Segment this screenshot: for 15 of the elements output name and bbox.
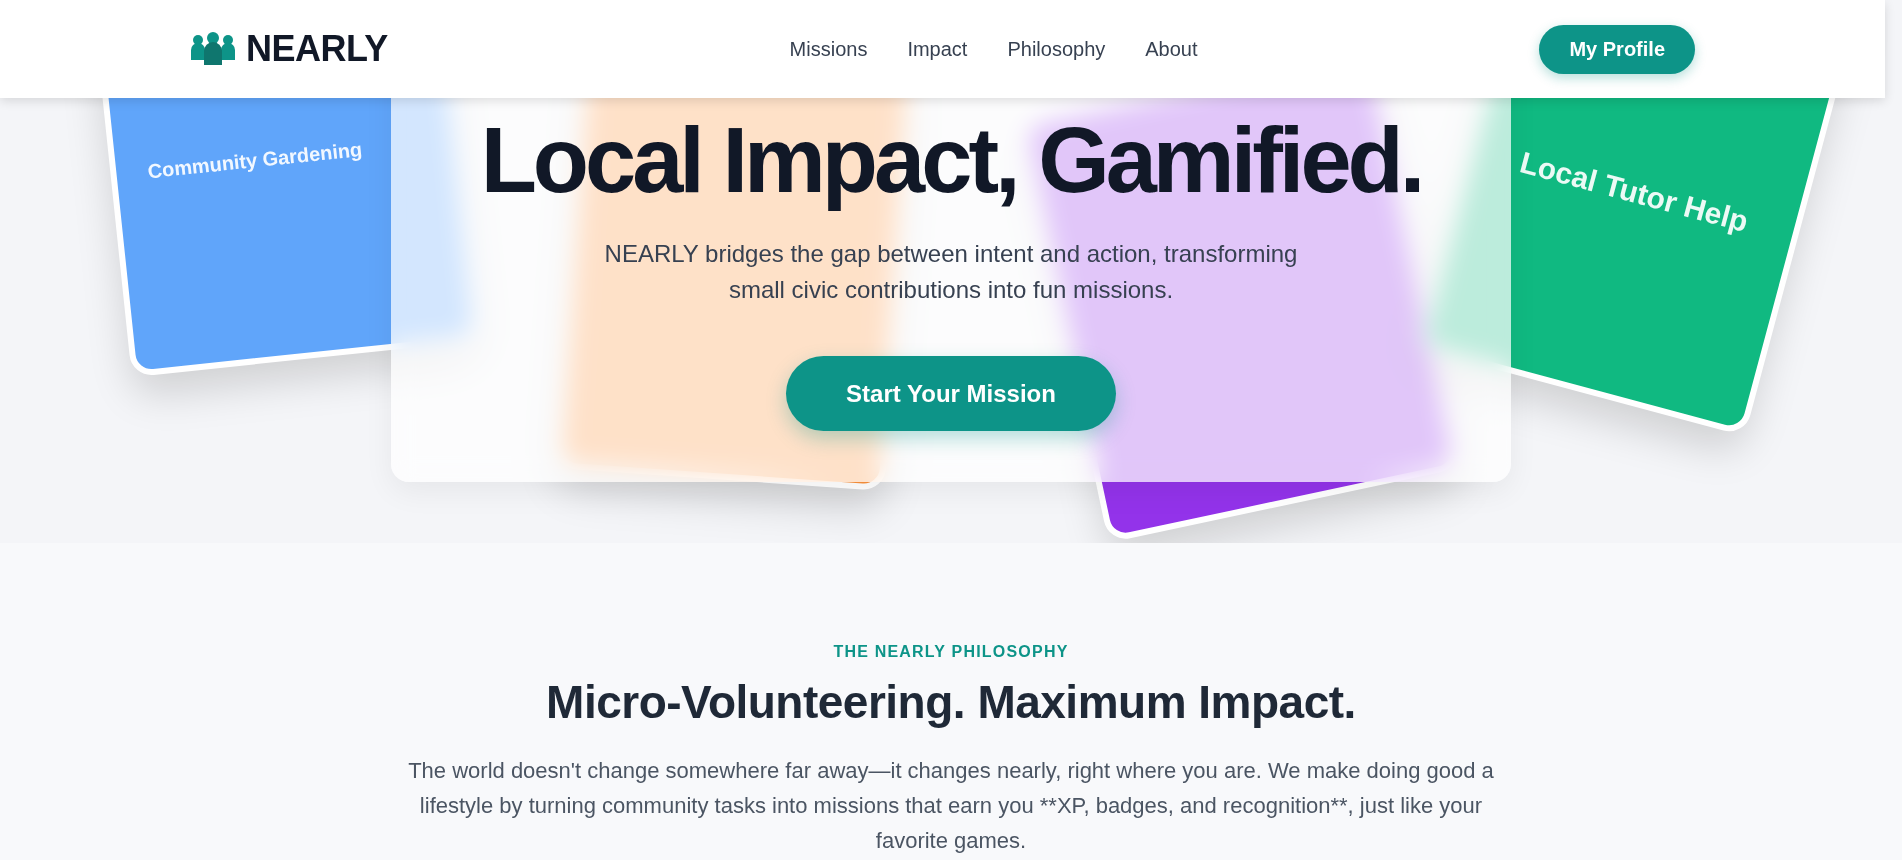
nav-link[interactable]: Impact bbox=[907, 37, 968, 61]
hero-title: Local Impact, Gamified. bbox=[480, 110, 1422, 210]
brand-name: NEARLY bbox=[246, 28, 388, 70]
section-heading: Micro-Volunteering. Maximum Impact. bbox=[546, 675, 1356, 729]
people-logo-icon bbox=[190, 32, 236, 66]
nav-link[interactable]: Missions bbox=[789, 37, 868, 61]
profile-button[interactable]: My Profile bbox=[1539, 24, 1695, 74]
nav-link[interactable]: About bbox=[1145, 37, 1198, 61]
section-eyebrow: THE NEARLY PHILOSOPHY bbox=[833, 643, 1069, 661]
start-mission-button[interactable]: Start Your Mission bbox=[786, 356, 1116, 431]
nav-link[interactable]: Philosophy bbox=[1007, 37, 1106, 61]
card-title: Community Gardening bbox=[146, 137, 364, 185]
section-paragraph: The world doesn't change somewhere far away—it changes nearly, right where you are. We make doing good a lifestyle by turning community tasks into missions that earn you **XP, badges, and recognition**, just like your favorite games. bbox=[407, 757, 1495, 855]
card-title: Local Tutor Help bbox=[1515, 145, 1752, 240]
hero-subtitle: NEARLY bridges the gap between intent and action, transforming small civic contributions into fun missions. bbox=[603, 239, 1299, 305]
